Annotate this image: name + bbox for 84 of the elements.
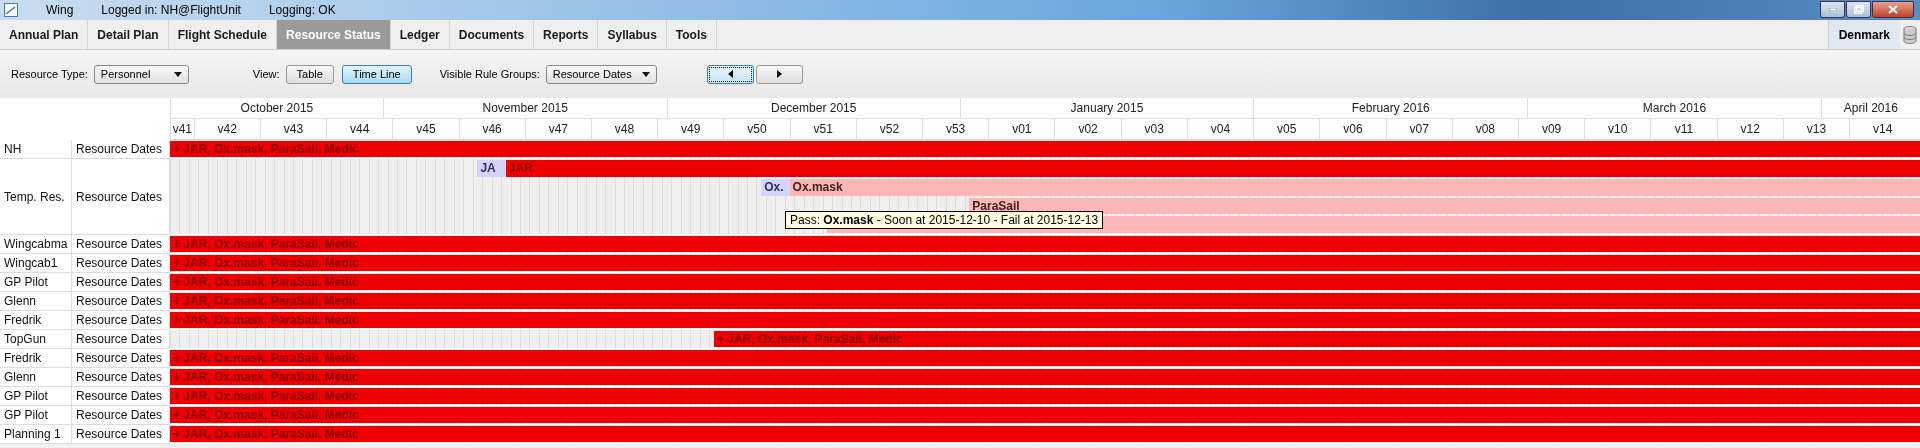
tab[interactable]: Syllabus — [598, 20, 667, 49]
resource-name-cell: Fredrik — [0, 311, 72, 330]
timeline-bar[interactable]: JA — [477, 160, 506, 177]
tab[interactable]: Ledger — [390, 20, 450, 49]
close-icon — [1888, 5, 1898, 14]
resource-name-cell: NH — [0, 140, 72, 159]
resource-name-cell: TopGun — [0, 330, 72, 349]
right-arrow-icon — [776, 70, 782, 78]
resource-name-cell: GP Pilot — [0, 406, 72, 425]
field-label: Visible Rule Groups: — [439, 68, 540, 80]
month-header: November 2015 — [382, 98, 667, 118]
week-header: v45 — [392, 119, 459, 139]
resource-name-cell: Planning 1 — [0, 425, 72, 444]
week-header: v49 — [657, 119, 724, 139]
login-status: Logged in: NH@FlightUnit — [101, 3, 241, 17]
previous-button[interactable] — [706, 64, 754, 84]
app-icon — [4, 3, 18, 17]
close-button[interactable] — [1872, 1, 1914, 18]
caret-icon — [173, 71, 182, 77]
resource-name-cell: Fredrik — [0, 349, 72, 368]
month-header: February 2016 — [1253, 98, 1528, 118]
next-button[interactable] — [755, 64, 803, 84]
resource-name-cell: GP Pilot — [0, 273, 72, 292]
view-button[interactable]: Time Line — [341, 64, 412, 84]
week-header: v43 — [259, 119, 327, 139]
restore-button[interactable] — [1846, 1, 1871, 18]
week-header: v09 — [1517, 119, 1585, 139]
week-header: v53 — [922, 119, 989, 139]
week-header: v02 — [1054, 119, 1121, 139]
tab[interactable]: Tools — [666, 20, 717, 49]
week-header: v05 — [1253, 119, 1320, 139]
week-header: v51 — [789, 119, 856, 139]
logging-status: Logging: OK — [268, 3, 336, 17]
left-arrow-icon — [727, 70, 733, 78]
view-button[interactable]: Table — [285, 64, 334, 84]
region-label: Denmark — [1827, 20, 1900, 49]
field-label: Resource Type: — [11, 68, 88, 80]
week-header: v08 — [1451, 119, 1518, 139]
week-header: v44 — [326, 119, 393, 139]
rule-groups-dropdown[interactable]: Resource Dates — [545, 64, 657, 84]
week-header: v01 — [988, 119, 1055, 139]
week-header: v07 — [1385, 119, 1452, 139]
resource-name-cell: Glenn — [0, 368, 72, 387]
week-header: v03 — [1120, 119, 1187, 139]
month-header: December 2015 — [666, 98, 960, 118]
month-header: March 2016 — [1527, 98, 1821, 118]
resource-name-cell: GP Pilot — [0, 387, 72, 406]
resource-name-cell: Glenn — [0, 292, 72, 311]
week-header: v48 — [590, 119, 658, 139]
minimize-icon — [1828, 8, 1837, 11]
tab[interactable]: Reports — [534, 20, 599, 49]
caret-icon — [641, 71, 650, 77]
resource-name-cell: Wingcab1 — [0, 254, 72, 273]
tab[interactable]: Detail Plan — [88, 20, 169, 49]
timeline-bar[interactable]: Ox. — [761, 178, 790, 196]
tab[interactable]: Annual Plan — [0, 20, 89, 49]
month-header: January 2015 — [959, 98, 1254, 118]
month-header: October 2015 — [170, 98, 383, 118]
week-header: v47 — [524, 119, 591, 139]
week-header: v42 — [193, 119, 260, 139]
week-header: v12 — [1716, 119, 1783, 139]
week-header: v41 — [170, 119, 194, 139]
tooltip: Pass: Ox.mask - Soon at 2015-12-10 - Fail at 2015-12-13 — [785, 211, 1104, 229]
database-icon[interactable] — [1903, 24, 1917, 45]
week-header: v52 — [855, 119, 922, 139]
resource-name-cell: Temp. Res. — [0, 159, 72, 235]
timeline-bar[interactable]: Ox.mask — [789, 178, 1920, 196]
restore-icon — [1853, 5, 1864, 14]
week-header: v46 — [458, 119, 525, 139]
resource-type-dropdown[interactable]: Personnel — [93, 64, 189, 84]
tab[interactable]: Documents — [449, 20, 535, 49]
week-header: v13 — [1782, 119, 1850, 139]
timeline-bar[interactable]: ParaSail — [969, 197, 1920, 215]
week-header: v10 — [1584, 119, 1651, 139]
week-header: v06 — [1319, 119, 1386, 139]
field-label: View: — [252, 68, 280, 80]
week-header: v04 — [1186, 119, 1254, 139]
week-header: v50 — [723, 119, 790, 139]
window-title: Wing — [46, 3, 74, 17]
resource-name-cell: Wingcabma — [0, 235, 72, 254]
month-header: April 2016 — [1820, 98, 1920, 118]
minimize-button[interactable] — [1820, 1, 1845, 18]
week-header: v11 — [1650, 119, 1717, 139]
week-header: v14 — [1849, 119, 1916, 139]
